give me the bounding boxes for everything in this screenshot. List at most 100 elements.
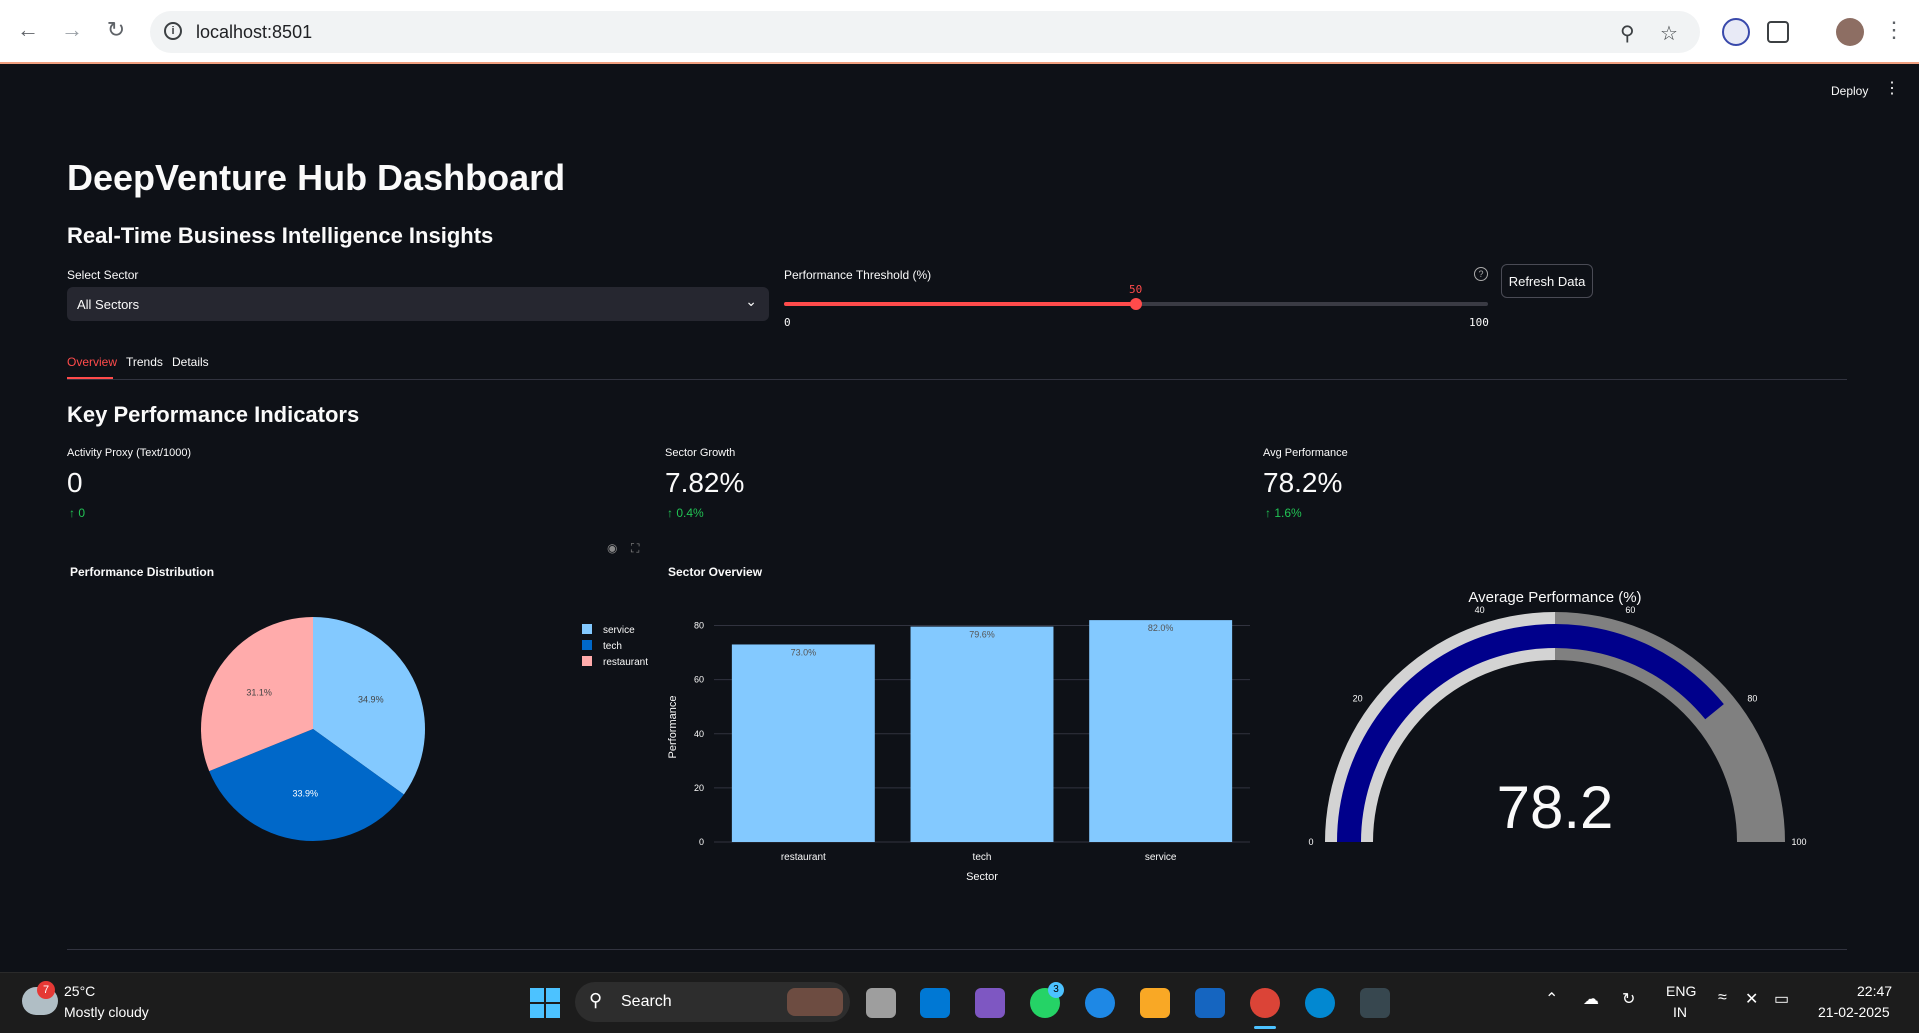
- threshold-max: 100: [1469, 316, 1489, 329]
- threshold-slider[interactable]: [784, 298, 1488, 310]
- pie-slice-tech[interactable]: [209, 729, 404, 842]
- help-icon[interactable]: ?: [1474, 267, 1488, 281]
- pie-slice-restaurant[interactable]: [200, 617, 313, 772]
- legend-label[interactable]: service: [603, 625, 635, 636]
- pie-slice-service[interactable]: [313, 617, 426, 795]
- language-region[interactable]: IN: [1673, 1004, 1687, 1020]
- windows-start-icon[interactable]: [530, 988, 560, 1018]
- slider-thumb[interactable]: [1130, 298, 1142, 310]
- metric-value: 0: [67, 467, 83, 498]
- search-highlight-image: [787, 988, 843, 1016]
- weather-desc: Mostly cloudy: [64, 1004, 149, 1020]
- chevron-up-icon[interactable]: ⌃: [1545, 989, 1558, 1009]
- deploy-button[interactable]: Deploy: [1831, 84, 1868, 98]
- pie-slice-label: 31.1%: [246, 688, 272, 698]
- onedrive-icon[interactable]: ☁: [1583, 989, 1599, 1009]
- vscode-icon[interactable]: [920, 988, 950, 1018]
- forward-icon[interactable]: →: [58, 16, 86, 44]
- clock-date: 21-02-2025: [1818, 1004, 1890, 1020]
- copilot-icon[interactable]: [975, 988, 1005, 1018]
- tab-overview[interactable]: Overview: [67, 355, 117, 369]
- legend-swatch[interactable]: [582, 656, 592, 666]
- gauge-step: [1325, 612, 1555, 842]
- gauge-title: Average Performance (%): [1468, 589, 1641, 606]
- chevron-down-icon: ⌄: [745, 293, 757, 309]
- wifi-icon[interactable]: ≈: [1718, 989, 1727, 1007]
- sync-icon[interactable]: ↻: [1622, 989, 1635, 1009]
- language-code[interactable]: ENG: [1666, 983, 1696, 999]
- bar-value-label: 82.0%: [1148, 623, 1174, 633]
- metric-value: 7.82%: [665, 467, 745, 498]
- x-axis-label: Sector: [966, 871, 998, 883]
- file-explorer-icon[interactable]: [1140, 988, 1170, 1018]
- taskbar-search[interactable]: ⚲ Search: [575, 982, 850, 1022]
- task-view-icon[interactable]: [866, 988, 896, 1018]
- back-icon[interactable]: ←: [14, 16, 42, 44]
- help-app-icon[interactable]: [1305, 988, 1335, 1018]
- myhp-icon[interactable]: [1195, 988, 1225, 1018]
- y-tick-label: 80: [694, 621, 704, 631]
- y-tick-label: 60: [694, 675, 704, 685]
- metric-delta-value: 0: [78, 506, 86, 520]
- taskbar: 7 25°C Mostly cloudy ⚲ Search 3 ⌃ ☁ ↻ EN…: [0, 972, 1919, 1033]
- y-tick-label: 20: [694, 783, 704, 793]
- bar-chart-title: Sector Overview: [668, 565, 763, 579]
- search-label: Search: [621, 993, 672, 1010]
- bar-tech[interactable]: [910, 626, 1054, 842]
- x-tick-label: restaurant: [781, 852, 826, 863]
- url-text: localhost:8501: [196, 22, 313, 42]
- tabs-divider: [67, 379, 1847, 380]
- pie-slice-label: 33.9%: [292, 788, 318, 798]
- legend-swatch[interactable]: [582, 624, 592, 634]
- extension-icon[interactable]: [1722, 18, 1750, 46]
- legend-swatch[interactable]: [582, 640, 592, 650]
- bar-restaurant[interactable]: [731, 644, 875, 842]
- bar-value-label: 73.0%: [791, 647, 817, 657]
- bookmark-star-icon[interactable]: ☆: [1660, 21, 1678, 46]
- profile-avatar[interactable]: [1836, 18, 1864, 46]
- gauge-tick-label: 80: [1747, 694, 1757, 704]
- gauge-value: 78.2: [1497, 774, 1614, 841]
- arrow-up-icon: ↑: [69, 506, 75, 520]
- arrow-up-icon: ↑: [667, 506, 673, 520]
- y-axis-label: Performance: [667, 696, 679, 759]
- legend-label[interactable]: restaurant: [603, 657, 648, 668]
- terminal-icon[interactable]: [1360, 988, 1390, 1018]
- tab-details[interactable]: Details: [172, 355, 209, 369]
- chrome-icon[interactable]: [1250, 988, 1280, 1018]
- browser-menu-icon[interactable]: ⋮: [1880, 16, 1908, 44]
- refresh-data-button[interactable]: Refresh Data: [1501, 264, 1593, 298]
- metric-delta-value: 1.6%: [1274, 506, 1302, 520]
- pie-slice-label: 34.9%: [358, 694, 384, 704]
- site-info-icon[interactable]: i: [164, 22, 182, 40]
- gauge-tick-label: 40: [1475, 605, 1485, 615]
- reload-icon[interactable]: ↻: [102, 16, 130, 44]
- kpi-heading: Key Performance Indicators: [67, 402, 360, 427]
- extensions-puzzle-icon[interactable]: [1767, 21, 1789, 43]
- legend-label[interactable]: tech: [603, 641, 622, 652]
- threshold-min: 0: [784, 316, 791, 329]
- gauge-tick-label: 0: [1308, 837, 1313, 847]
- gauge-tick-label: 60: [1625, 605, 1635, 615]
- y-tick-label: 0: [699, 837, 704, 847]
- threshold-label: Performance Threshold (%): [784, 268, 932, 282]
- metric-delta: ↑ 0: [69, 506, 85, 520]
- metric-label: Sector Growth: [665, 447, 736, 459]
- battery-icon[interactable]: ▭: [1774, 989, 1789, 1009]
- sector-select[interactable]: All Sectors ⌄: [67, 287, 769, 321]
- bar-service[interactable]: [1089, 620, 1233, 842]
- gauge-step: [1555, 612, 1785, 842]
- gauge-tick-label: 20: [1353, 694, 1363, 704]
- fullscreen-icon[interactable]: ⛶: [631, 541, 639, 556]
- camera-icon[interactable]: ◉: [607, 541, 617, 555]
- edge-icon[interactable]: [1085, 988, 1115, 1018]
- speaker-muted-icon[interactable]: ✕: [1745, 989, 1758, 1009]
- slider-fill: [784, 302, 1136, 306]
- tab-trends[interactable]: Trends: [126, 355, 163, 369]
- weather-badge: 7: [37, 981, 55, 999]
- zoom-icon[interactable]: ⚲: [1620, 21, 1635, 46]
- page-subtitle: Real-Time Business Intelligence Insights: [67, 223, 494, 248]
- address-bar[interactable]: i localhost:8501 ⚲ ☆: [150, 11, 1700, 53]
- page-title: DeepVenture Hub Dashboard: [67, 157, 566, 198]
- app-menu-icon[interactable]: ⋮: [1884, 81, 1900, 97]
